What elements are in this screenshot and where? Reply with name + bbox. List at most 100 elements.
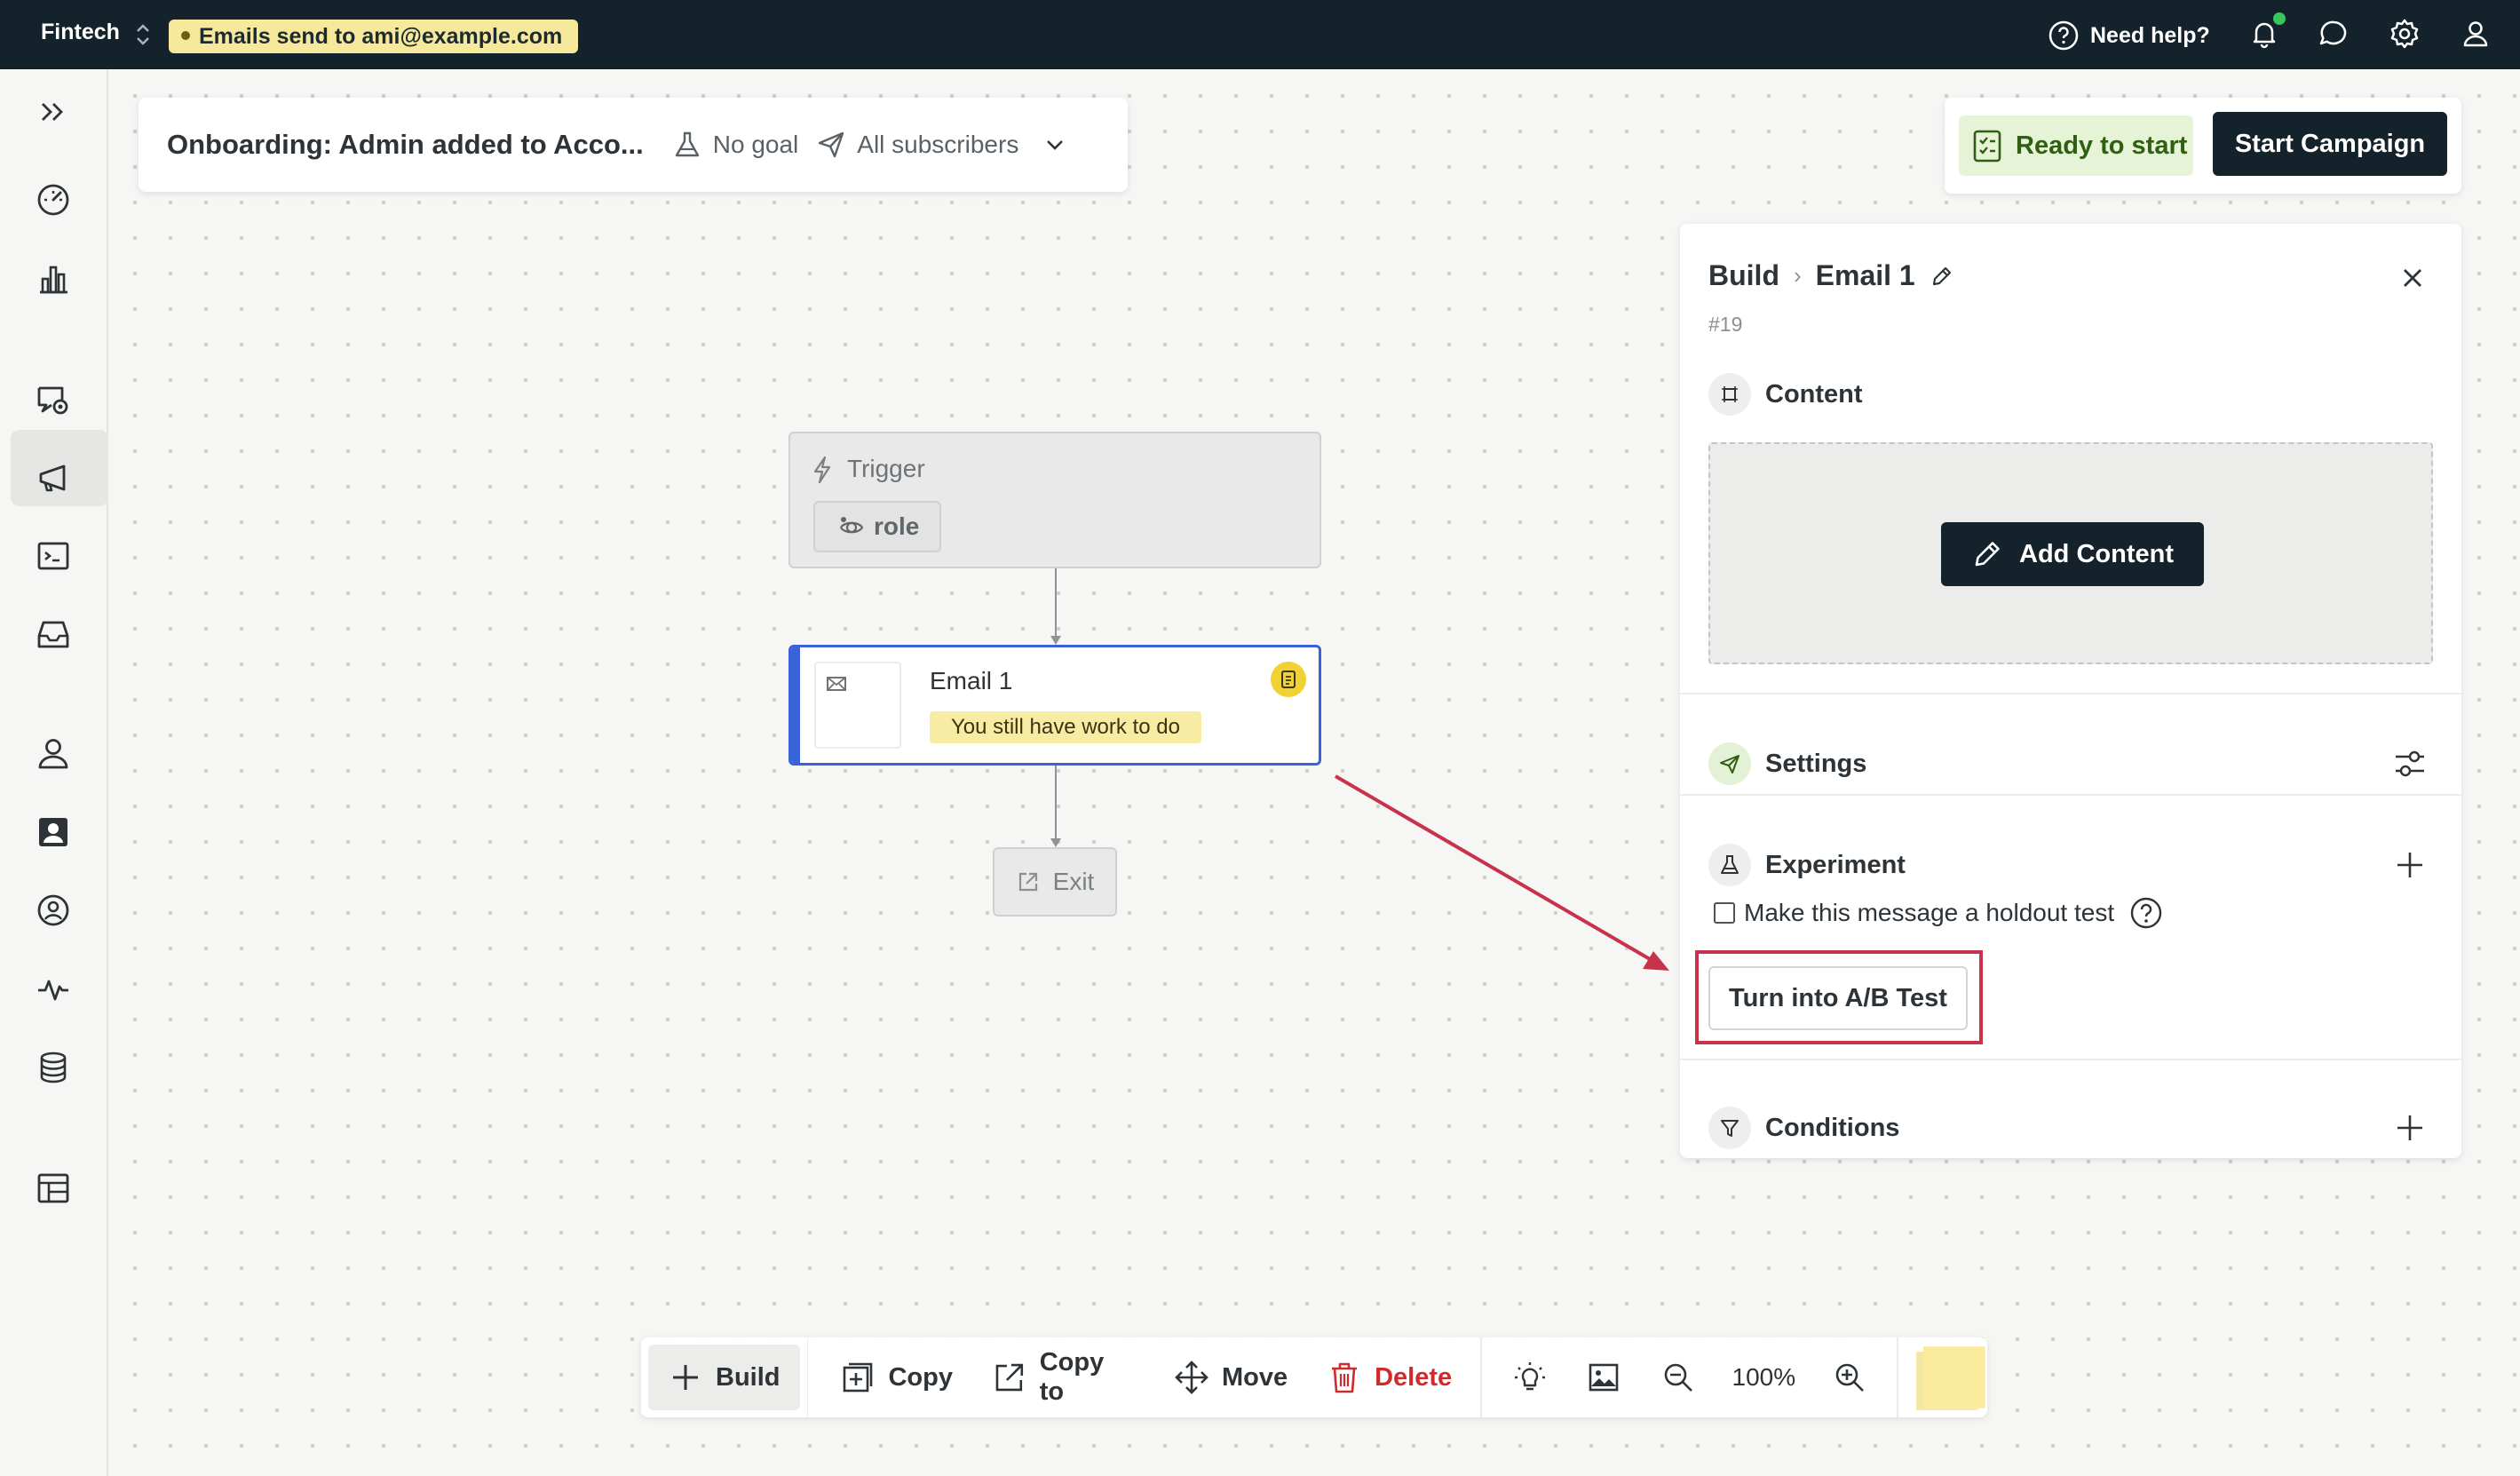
copy-button[interactable]: Copy xyxy=(820,1345,972,1410)
campaign-name[interactable]: Onboarding: Admin added to Acco... xyxy=(167,129,644,161)
email-node[interactable]: Email 1 You still have work to do xyxy=(788,645,1321,766)
pencil-icon xyxy=(1975,542,2000,567)
workspace-switcher[interactable]: Fintech xyxy=(41,20,120,45)
email-settings-panel: Build › Email 1 #19 Content Add Content … xyxy=(1680,224,2461,1158)
experiment-section-icon xyxy=(1708,844,1751,886)
chat-icon[interactable] xyxy=(2316,16,2351,52)
sliders-icon[interactable] xyxy=(2392,746,2428,782)
broadcast-icon[interactable] xyxy=(34,458,73,497)
need-help-button[interactable]: Need help? xyxy=(2048,18,2210,53)
copy-label: Copy xyxy=(888,1362,953,1392)
segments-icon[interactable] xyxy=(34,891,73,930)
build-button[interactable]: Build xyxy=(648,1345,800,1410)
trash-icon xyxy=(1332,1362,1358,1393)
lightning-icon xyxy=(813,456,831,484)
contacts-icon[interactable] xyxy=(34,813,73,852)
email-thumbnail xyxy=(814,662,901,749)
breadcrumb-current: Email 1 xyxy=(1815,259,1915,291)
add-content-label: Add Content xyxy=(2019,539,2174,568)
close-icon[interactable] xyxy=(2397,263,2428,293)
document-icon xyxy=(1281,671,1296,688)
trigger-title: Trigger xyxy=(847,455,925,482)
env-dot xyxy=(181,31,190,41)
draft-status-icon xyxy=(1271,662,1306,697)
top-bar: Fintech Emails send to ami@example.com N… xyxy=(0,0,2520,69)
envelope-icon xyxy=(827,677,846,691)
toolbar-divider xyxy=(806,1337,809,1417)
chevron-up-down-icon[interactable] xyxy=(133,20,153,50)
image-button[interactable] xyxy=(1567,1345,1642,1410)
toolbar-divider xyxy=(1897,1337,1899,1417)
trigger-attribute-label: role xyxy=(874,512,920,540)
content-dropzone[interactable]: Add Content xyxy=(1708,442,2433,664)
inbox-icon[interactable] xyxy=(34,615,73,654)
objects-icon[interactable] xyxy=(34,1169,73,1208)
delete-button[interactable]: Delete xyxy=(1307,1345,1471,1410)
environment-badge: Emails send to ami@example.com xyxy=(169,20,579,53)
funnel-icon xyxy=(1721,1120,1739,1137)
checklist-icon xyxy=(1973,130,2001,163)
gear-icon[interactable] xyxy=(2387,16,2422,52)
conditions-section-icon xyxy=(1708,1107,1751,1149)
layout-icon xyxy=(1722,386,1738,402)
campaigns-icon[interactable] xyxy=(34,380,73,419)
copy-to-button[interactable]: Copy to xyxy=(972,1345,1154,1410)
sticky-note-icon[interactable] xyxy=(1913,1343,1987,1412)
conditions-section-title: Conditions xyxy=(1765,1114,1900,1142)
audience-label: All subscribers xyxy=(857,131,1019,158)
section-divider xyxy=(1680,1059,2461,1060)
lightbulb-icon xyxy=(1514,1362,1545,1391)
zoom-in-icon xyxy=(1835,1363,1864,1392)
start-campaign-button[interactable]: Start Campaign xyxy=(2213,112,2447,176)
add-content-button[interactable]: Add Content xyxy=(1941,522,2204,586)
zoom-in-button[interactable] xyxy=(1812,1345,1887,1410)
build-label: Build xyxy=(716,1362,781,1392)
dashboard-icon[interactable] xyxy=(34,180,73,219)
turn-into-ab-test-button[interactable]: Turn into A/B Test xyxy=(1708,966,1968,1030)
panel-breadcrumb: Build › Email 1 xyxy=(1708,259,1954,292)
campaign-status-bar: Ready to start Start Campaign xyxy=(1945,98,2461,194)
question-circle-icon[interactable] xyxy=(2128,895,2164,931)
zoom-out-button[interactable] xyxy=(1641,1345,1716,1410)
transactional-icon[interactable] xyxy=(34,536,73,575)
trigger-attribute-chip[interactable]: role xyxy=(813,501,941,552)
plus-icon[interactable] xyxy=(2392,847,2428,883)
image-icon xyxy=(1589,1363,1619,1392)
goal-selector[interactable]: No goal xyxy=(672,130,798,160)
connector-arrowhead xyxy=(1050,636,1061,645)
notification-dot xyxy=(2273,12,2286,25)
expand-icon[interactable] xyxy=(34,92,73,131)
campaign-header: Onboarding: Admin added to Acco... No go… xyxy=(139,98,1128,192)
section-divider xyxy=(1680,794,2461,796)
ready-status-badge: Ready to start xyxy=(1959,115,2193,176)
content-section-title: Content xyxy=(1765,380,1863,409)
need-help-label: Need help? xyxy=(2090,22,2210,48)
holdout-test-option[interactable]: Make this message a holdout test xyxy=(1714,895,2164,931)
breadcrumb-build[interactable]: Build xyxy=(1708,259,1779,292)
pencil-icon[interactable] xyxy=(1930,264,1954,289)
copy-icon xyxy=(844,1362,873,1393)
tips-button[interactable] xyxy=(1493,1345,1567,1410)
move-button[interactable]: Move xyxy=(1154,1345,1307,1410)
analytics-icon[interactable] xyxy=(34,259,73,298)
holdout-checkbox[interactable] xyxy=(1714,902,1735,924)
audience-selector[interactable]: All subscribers xyxy=(816,130,1070,160)
connector-line xyxy=(1055,568,1057,638)
experiment-section-title: Experiment xyxy=(1765,851,1906,879)
user-icon[interactable] xyxy=(2458,16,2493,52)
plus-icon xyxy=(673,1365,698,1390)
exit-node[interactable]: Exit xyxy=(993,847,1117,917)
exit-arrow-icon xyxy=(1018,872,1037,892)
activity-icon[interactable] xyxy=(34,970,73,1009)
exit-label: Exit xyxy=(1052,868,1095,895)
ready-label: Ready to start xyxy=(2016,131,2188,160)
toolbar-divider xyxy=(1480,1337,1483,1417)
breadcrumb-separator: › xyxy=(1793,262,1802,289)
trigger-node[interactable]: Trigger role xyxy=(788,432,1321,568)
plus-icon[interactable] xyxy=(2392,1110,2428,1146)
env-badge-text: Emails send to ami@example.com xyxy=(199,24,563,49)
delete-label: Delete xyxy=(1375,1362,1453,1392)
person-icon[interactable] xyxy=(34,734,73,773)
data-icon[interactable] xyxy=(34,1048,73,1087)
holdout-label: Make this message a holdout test xyxy=(1744,899,2115,926)
